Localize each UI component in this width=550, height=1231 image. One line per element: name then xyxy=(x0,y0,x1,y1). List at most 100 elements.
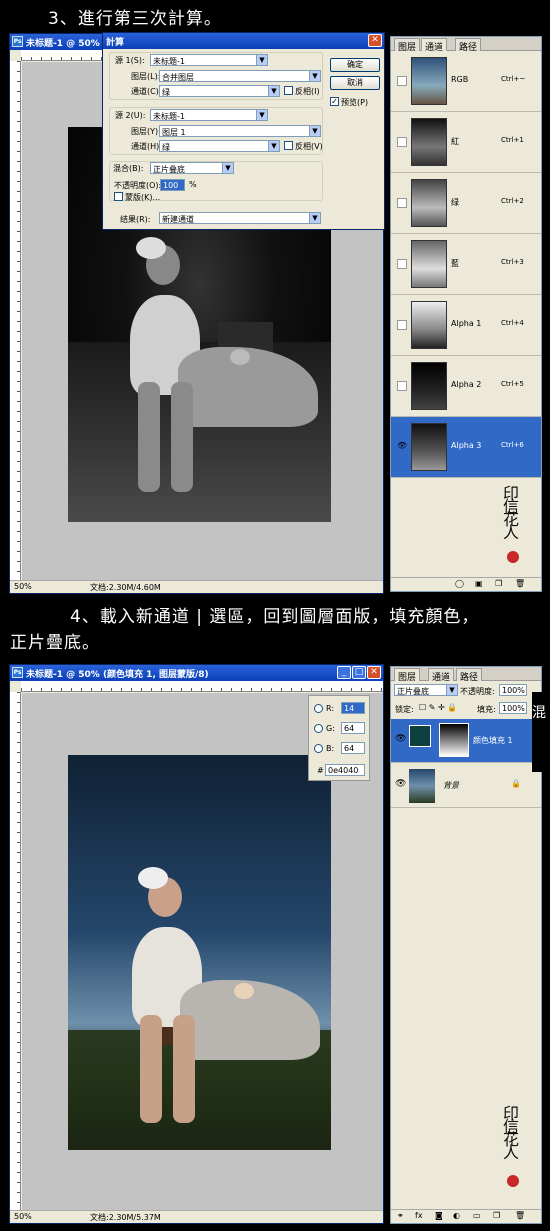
r-radio[interactable] xyxy=(314,704,323,713)
save-selection-icon[interactable]: ▣ xyxy=(475,579,483,588)
channel-thumbnail xyxy=(411,240,447,288)
blend-select[interactable]: 正片叠底 ▼ xyxy=(150,162,234,174)
eye-icon[interactable] xyxy=(397,381,407,391)
g-value[interactable]: 64 xyxy=(341,722,365,734)
blend-mode-select[interactable]: 正片叠底 ▼ xyxy=(394,684,458,696)
eye-icon[interactable]: 👁 xyxy=(397,442,407,452)
background-thumbnail xyxy=(409,769,435,803)
new-channel-icon[interactable]: ❐ xyxy=(495,579,502,588)
preview-checkbox[interactable]: ✓ xyxy=(330,97,339,106)
layer-row-color-fill[interactable]: 👁 颜色填充 1 xyxy=(391,719,541,763)
doc-size[interactable]: 文档:2.30M/5.37M xyxy=(90,1212,161,1223)
document-window-2-titlebar[interactable]: Ps 未标题-1 @ 50% (颜色填充 1, 图层蒙版/8) xyxy=(10,665,383,681)
source2-value: 未标题-1 xyxy=(153,112,185,121)
channel-row-alpha3[interactable]: 👁 Alpha 3 Ctrl+6 xyxy=(391,417,541,478)
channel-name: Alpha 3 xyxy=(451,441,482,450)
close-icon[interactable]: ✕ xyxy=(367,666,381,679)
fx-icon[interactable]: fx xyxy=(415,1211,423,1220)
result-label: 结果(R): xyxy=(120,215,151,224)
channel-name: 紅 xyxy=(451,137,459,146)
horizontal-ruler[interactable] xyxy=(21,681,383,692)
b-radio[interactable] xyxy=(314,744,323,753)
eye-icon[interactable] xyxy=(397,198,407,208)
layer-row-background[interactable]: 👁 背景 🔒 xyxy=(391,764,541,808)
channel-name: Alpha 1 xyxy=(451,319,482,328)
layer2-select[interactable]: 图层 1 ▼ xyxy=(159,125,321,137)
channel-thumbnail xyxy=(411,362,447,410)
eye-icon[interactable] xyxy=(397,259,407,269)
document-window-2-title: 未标题-1 @ 50% (颜色填充 1, 图层蒙版/8) xyxy=(26,670,209,680)
ok-button[interactable]: 确定 xyxy=(330,58,380,72)
chevron-down-icon: ▼ xyxy=(256,110,267,120)
channel-row-blue[interactable]: 藍 Ctrl+3 xyxy=(391,234,541,295)
chevron-down-icon: ▼ xyxy=(309,126,320,136)
fill-value[interactable]: 100% xyxy=(499,702,527,714)
eye-icon[interactable] xyxy=(397,137,407,147)
channel-thumbnail xyxy=(411,57,447,105)
tab-paths[interactable]: 路径 xyxy=(456,668,483,683)
eye-icon[interactable] xyxy=(397,320,407,330)
channel-name: RGB xyxy=(451,75,469,84)
zoom-level[interactable]: 50% xyxy=(14,1212,32,1221)
source2-label: 源 2(U): xyxy=(115,111,146,120)
calculations-dialog: 計算 ✕ 源 1(S): 未标题-1 ▼ 图层(L): 合并图层 ▼ 通道(C): … xyxy=(102,32,385,230)
link-icon[interactable]: ⚭ xyxy=(397,1211,404,1220)
blend-mode-value: 正片叠底 xyxy=(397,687,429,696)
tab-channels[interactable]: 通道 xyxy=(428,668,455,683)
r-value[interactable]: 14 xyxy=(341,702,365,714)
channel-row-alpha2[interactable]: Alpha 2 Ctrl+5 xyxy=(391,356,541,417)
tab-channels[interactable]: 通道 xyxy=(421,38,448,53)
vertical-ruler[interactable] xyxy=(10,692,21,1211)
channel-row-rgb[interactable]: RGB Ctrl+~ xyxy=(391,51,541,112)
red-seal-stamp xyxy=(507,1175,519,1187)
step3-caption: 3、進行第三次計算。 xyxy=(48,9,222,29)
chevron-down-icon: ▼ xyxy=(256,55,267,65)
cancel-button[interactable]: 取消 xyxy=(330,76,380,90)
hex-value[interactable]: 0e4040 xyxy=(325,764,365,776)
layer1-select[interactable]: 合并图层 ▼ xyxy=(159,70,321,82)
load-selection-icon[interactable]: ◯ xyxy=(455,579,464,588)
invert1-checkbox[interactable] xyxy=(284,86,293,95)
close-icon[interactable]: ✕ xyxy=(368,34,382,47)
result-select[interactable]: 新建通道 ▼ xyxy=(159,212,321,224)
tab-paths[interactable]: 路径 xyxy=(455,38,482,53)
zoom-level[interactable]: 50% xyxy=(14,582,32,591)
adjustment-icon[interactable]: ◐ xyxy=(453,1211,460,1220)
opacity-value[interactable]: 100% xyxy=(499,684,527,696)
trash-icon[interactable]: 🗑 xyxy=(515,579,525,588)
tab-layers[interactable]: 图层 xyxy=(394,38,421,53)
new-layer-icon[interactable]: ❐ xyxy=(493,1211,500,1220)
source2-select[interactable]: 未标题-1 ▼ xyxy=(150,109,268,121)
channel-shortcut: Ctrl+2 xyxy=(501,197,524,205)
maximize-icon[interactable]: □ xyxy=(352,666,366,679)
channel1-select[interactable]: 绿 ▼ xyxy=(159,85,280,97)
channel-name: 绿 xyxy=(451,198,459,207)
opacity-input[interactable]: 100 xyxy=(160,179,185,191)
folder-icon[interactable]: ▭ xyxy=(473,1211,481,1220)
channel2-select[interactable]: 绿 ▼ xyxy=(159,140,280,152)
b-value[interactable]: 64 xyxy=(341,742,365,754)
lock-icon: 🔒 xyxy=(511,779,521,788)
mask-checkbox[interactable] xyxy=(114,192,123,201)
doc-size[interactable]: 文档:2.30M/4.60M xyxy=(90,582,161,593)
trash-icon[interactable]: 🗑 xyxy=(515,1211,525,1220)
channel-row-alpha1[interactable]: Alpha 1 Ctrl+4 xyxy=(391,295,541,356)
tab-layers[interactable]: 图层 xyxy=(394,668,421,683)
fill-color-swatch[interactable] xyxy=(409,725,431,747)
source1-select[interactable]: 未标题-1 ▼ xyxy=(150,54,268,66)
blend-label: 混合(B): xyxy=(113,164,144,173)
eye-icon[interactable]: 👁 xyxy=(395,779,406,789)
eye-icon[interactable]: 👁 xyxy=(395,734,406,744)
lock-icons[interactable]: ☐ ✎ ✛ 🔒 xyxy=(419,703,457,712)
vertical-ruler[interactable] xyxy=(10,61,21,581)
g-radio[interactable] xyxy=(314,724,323,733)
channel-row-green[interactable]: 绿 Ctrl+2 xyxy=(391,173,541,234)
layer-name: 颜色填充 1 xyxy=(473,736,513,745)
eye-icon[interactable] xyxy=(397,76,407,86)
invert2-checkbox[interactable] xyxy=(284,141,293,150)
layer-mask-thumbnail[interactable] xyxy=(439,723,469,757)
minimize-icon[interactable]: _ xyxy=(337,666,351,679)
calculations-dialog-titlebar[interactable]: 計算 xyxy=(103,33,384,49)
channel-row-red[interactable]: 紅 Ctrl+1 xyxy=(391,112,541,173)
mask-icon[interactable]: ◙ xyxy=(435,1211,443,1220)
